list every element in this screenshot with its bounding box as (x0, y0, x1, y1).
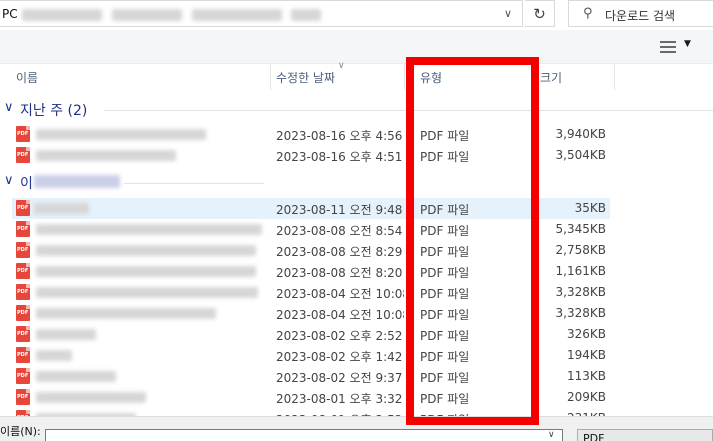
pdf-file-icon: PDF (16, 221, 30, 237)
pdf-file-icon: PDF (16, 305, 30, 321)
column-header-name[interactable]: 이름 (16, 69, 38, 86)
column-divider[interactable] (404, 64, 405, 90)
file-name-redacted (36, 129, 206, 140)
column-header-date[interactable]: 수정한 날짜 (276, 69, 335, 86)
pdf-file-icon: PDF (16, 200, 30, 216)
file-size: 209KB (566, 390, 606, 404)
view-toolbar: ▼ (0, 30, 713, 64)
file-date: 2023-08-08 오전 8:29 (276, 245, 403, 259)
search-box[interactable]: ⚲ 다운로드 검색 (568, 0, 713, 27)
file-size: 113KB (566, 369, 606, 383)
file-size: 3,328KB (555, 285, 606, 299)
file-name-redacted (36, 308, 216, 319)
column-divider[interactable] (270, 64, 271, 90)
chevron-down-icon[interactable]: ∨ (548, 430, 555, 440)
chevron-down-icon[interactable]: ∨ (497, 7, 519, 23)
pdf-file-icon: PDF (16, 326, 30, 342)
file-name-redacted (36, 224, 262, 235)
file-size: 35KB (574, 201, 606, 215)
column-headers: 이름 수정한 날짜 ∨ 유형 크기 (0, 61, 713, 90)
search-icon: ⚲ (583, 6, 593, 21)
pdf-file-icon: PDF (16, 284, 30, 300)
file-date: 2023-08-04 오전 10:08 (276, 308, 404, 322)
file-date: 2023-08-08 오전 8:54 (276, 224, 403, 238)
address-path-text: PC (2, 7, 18, 21)
file-name-redacted (36, 245, 256, 256)
file-date: 2023-08-01 오후 3:32 (276, 392, 403, 406)
file-size: 3,940KB (555, 127, 606, 141)
file-name-redacted (36, 266, 256, 277)
file-date: 2023-08-02 오후 1:42 (276, 350, 403, 364)
file-size: 2,758KB (555, 243, 606, 257)
column-header-size[interactable]: 크기 (540, 69, 562, 86)
file-name-redacted (36, 392, 146, 403)
address-bar-area: PC ∨ ↻ ⚲ 다운로드 검색 (0, 0, 713, 29)
file-size: 5,345KB (555, 222, 606, 236)
address-path-redacted (22, 9, 322, 21)
filename-bar: 이름(N): ∨ PDF (0, 416, 713, 441)
type-column-highlight-box (406, 57, 539, 425)
file-size: 3,504KB (555, 148, 606, 162)
pdf-file-icon: PDF (16, 147, 30, 163)
column-divider[interactable] (614, 64, 615, 90)
file-name-redacted (34, 203, 89, 214)
group-header-earlier[interactable]: ∨ 이 (0, 172, 713, 192)
file-date: 2023-08-04 오전 10:08 (276, 287, 404, 301)
pdf-file-icon: PDF (16, 242, 30, 258)
chevron-down-icon[interactable]: ∨ (4, 173, 14, 188)
file-size: 1,161KB (555, 264, 606, 278)
filetype-select[interactable]: PDF (577, 429, 713, 441)
file-date: 2023-08-08 오전 8:20 (276, 266, 403, 280)
search-placeholder: 다운로드 검색 (605, 9, 676, 23)
sort-arrow-icon: ∨ (338, 61, 345, 71)
caret-down-icon[interactable]: ▼ (684, 39, 691, 49)
file-date: 2023-08-11 오전 9:48 (276, 203, 403, 217)
group-header-last-week[interactable]: ∨ 지난 주 (2) (0, 99, 713, 119)
chevron-down-icon[interactable]: ∨ (4, 100, 14, 115)
file-name-redacted (36, 287, 258, 298)
group-divider (124, 183, 264, 184)
file-size: 326KB (566, 327, 606, 341)
filename-label: 이름(N): (0, 425, 41, 438)
group-label: 이 (20, 176, 33, 192)
pdf-file-icon: PDF (16, 389, 30, 405)
file-name-redacted (36, 371, 116, 382)
file-name-redacted (36, 150, 176, 161)
group-label: 지난 주 (2) (20, 103, 88, 119)
refresh-icon[interactable]: ↻ (525, 0, 555, 27)
filename-input[interactable] (45, 429, 563, 441)
file-size: 3,328KB (555, 306, 606, 320)
file-date: 2023-08-02 오전 9:37 (276, 371, 403, 385)
group-label-redacted (34, 175, 120, 188)
pdf-file-icon: PDF (16, 347, 30, 363)
pdf-file-icon: PDF (16, 263, 30, 279)
details-view-icon[interactable] (660, 41, 676, 53)
file-name-redacted (36, 350, 72, 361)
file-date: 2023-08-16 오후 4:56 (276, 129, 403, 143)
file-name-redacted (36, 329, 96, 340)
pdf-file-icon: PDF (16, 368, 30, 384)
address-bar[interactable]: PC ∨ (0, 0, 523, 27)
filetype-value: PDF (583, 432, 605, 441)
file-date: 2023-08-02 오후 2:52 (276, 329, 403, 343)
file-date: 2023-08-16 오후 4:51 (276, 150, 403, 164)
pdf-file-icon: PDF (16, 126, 30, 142)
file-size: 194KB (566, 348, 606, 362)
